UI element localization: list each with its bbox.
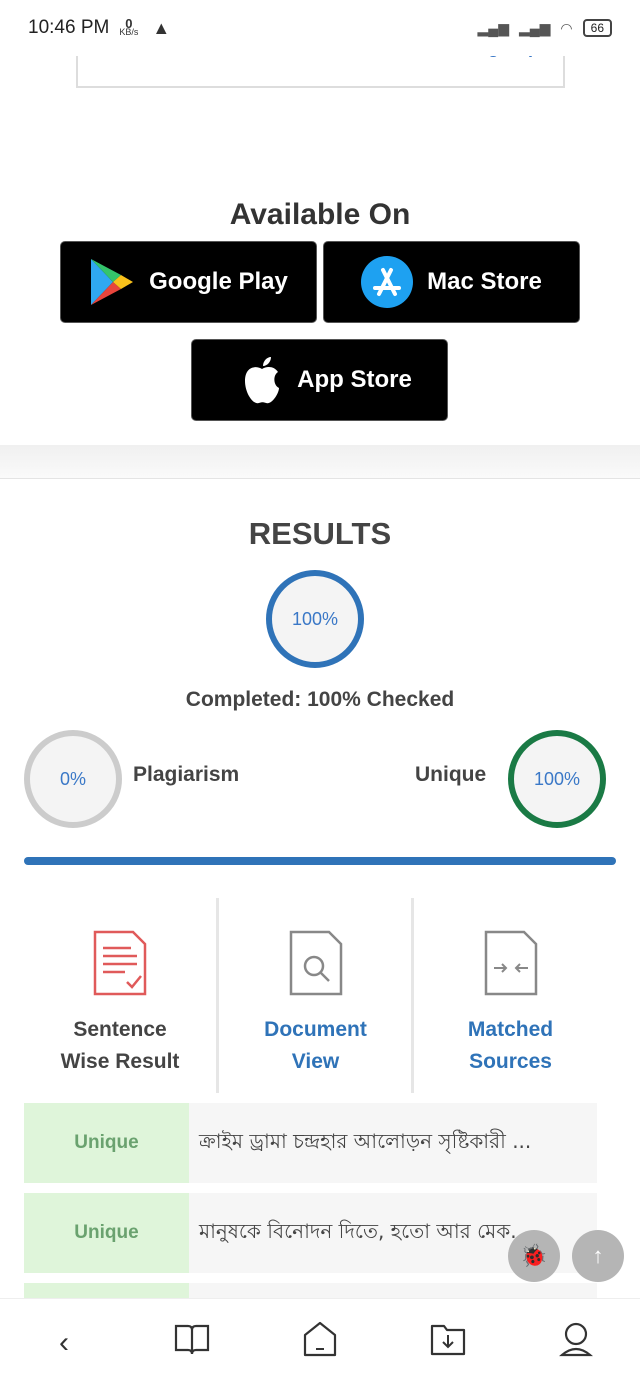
progress-bar bbox=[24, 857, 616, 865]
home-icon[interactable] bbox=[290, 1321, 350, 1365]
google-play-icon bbox=[91, 259, 134, 305]
status-bar: 10:46 PM 0 KB/s ▲ ▂▄▆ ▂▄▆ ◠ 66 bbox=[0, 0, 640, 56]
store-label: Google Play bbox=[149, 268, 288, 295]
mac-store-button[interactable]: Mac Store bbox=[323, 241, 580, 323]
unique-ring: 100% bbox=[508, 730, 606, 828]
tab-document-view[interactable]: Document View bbox=[219, 898, 412, 1093]
tab-line2: View bbox=[291, 1050, 340, 1073]
tab-line2: Wise Result bbox=[60, 1050, 180, 1073]
book-icon[interactable] bbox=[162, 1322, 222, 1364]
signal-icon-2: ▂▄▆ bbox=[518, 19, 551, 36]
compare-file-icon bbox=[484, 930, 537, 996]
available-on-title: Available On bbox=[229, 198, 411, 231]
back-icon[interactable]: ‹ bbox=[34, 1326, 94, 1360]
tab-sentence-wise[interactable]: Sentence Wise Result bbox=[24, 898, 216, 1093]
store-label: Mac Store bbox=[427, 268, 542, 295]
progress-ring: 100% bbox=[266, 570, 364, 668]
table-row[interactable]: Unique ক্রাইম ড্রামা চন্দ্রহার আলোড়ন সৃ… bbox=[24, 1103, 597, 1183]
arrow-up-icon: ↑ bbox=[592, 1243, 604, 1268]
download-folder-icon[interactable] bbox=[418, 1322, 478, 1364]
status-badge: Unique bbox=[24, 1193, 189, 1273]
plagiarism-label: Plagiarism bbox=[133, 763, 240, 786]
sentence-report-icon bbox=[93, 930, 147, 996]
document-search-icon bbox=[289, 930, 342, 996]
sentence-text: ক্রাইম ড্রামা চন্দ্রহার আলোড়ন সৃষ্টিকার… bbox=[199, 1128, 532, 1153]
completed-text: Completed: 100% Checked bbox=[185, 688, 455, 711]
store-label: App Store bbox=[297, 366, 412, 393]
section-divider bbox=[0, 445, 640, 479]
wifi-icon: ◠ bbox=[560, 19, 573, 36]
scroll-top-button[interactable]: ↑ bbox=[572, 1230, 624, 1282]
net-speed-unit: KB/s bbox=[119, 27, 139, 37]
mac-store-icon bbox=[361, 256, 414, 308]
tab-line1: Matched bbox=[467, 1018, 554, 1041]
google-play-button[interactable]: Google Play bbox=[60, 241, 317, 323]
apple-icon-shape bbox=[245, 357, 280, 404]
bug-icon: 🐞 bbox=[520, 1243, 548, 1268]
net-speed: 0 KB/s bbox=[119, 17, 139, 37]
status-time: 10:46 PM bbox=[28, 17, 110, 38]
tab-line1: Document bbox=[264, 1018, 367, 1041]
tab-line2: Sources bbox=[469, 1050, 552, 1073]
bottom-nav: ‹ bbox=[0, 1298, 640, 1387]
app-store-button[interactable]: App Store bbox=[191, 339, 448, 421]
unique-label: Unique bbox=[415, 763, 487, 786]
results-title: RESULTS bbox=[248, 516, 392, 551]
profile-icon[interactable] bbox=[546, 1321, 606, 1365]
status-badge: Unique bbox=[24, 1103, 189, 1183]
warning-icon: ▲ bbox=[152, 17, 171, 38]
signal-icon: ▂▄▆ bbox=[477, 19, 509, 36]
tab-line1: Sentence bbox=[73, 1018, 167, 1041]
bug-report-button[interactable]: 🐞 bbox=[508, 1230, 560, 1282]
tab-matched-sources[interactable]: Matched Sources bbox=[414, 898, 607, 1093]
battery-icon: 66 bbox=[582, 19, 612, 37]
plagiarism-ring: 0% bbox=[24, 730, 122, 828]
